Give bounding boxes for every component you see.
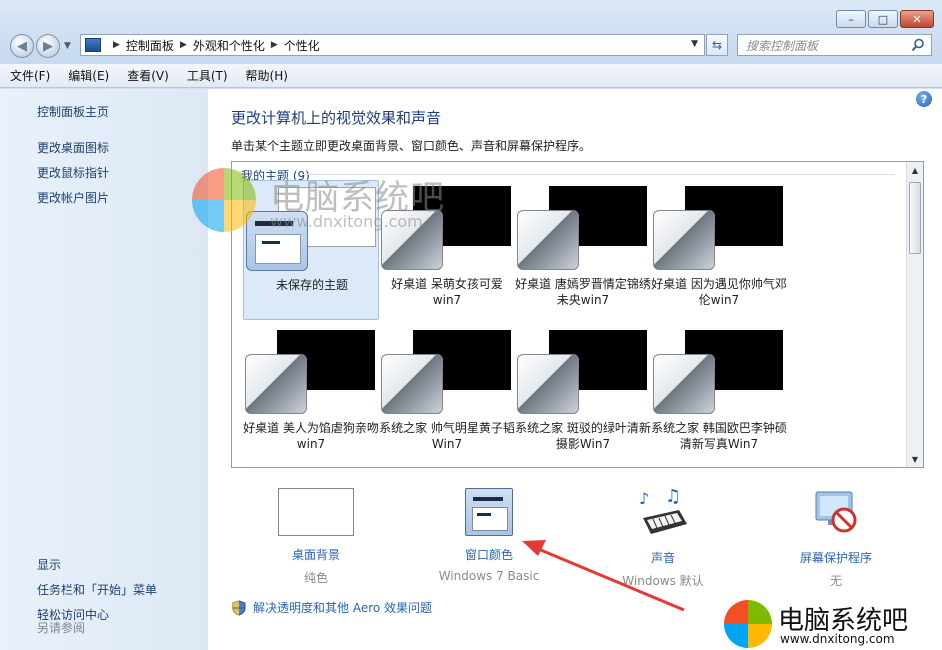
- breadcrumb-personalization[interactable]: 个性化: [284, 37, 320, 54]
- window-color-value: Windows 7 Basic: [438, 569, 540, 583]
- breadcrumb-arrow-icon[interactable]: ▶: [113, 40, 120, 50]
- svg-text:♫: ♫: [665, 488, 681, 507]
- screen-saver-value: 无: [829, 574, 842, 588]
- navigation-buttons: ◀ ▶ ▼: [10, 34, 71, 58]
- window-color-icon: [465, 488, 513, 536]
- menu-view[interactable]: 查看(V): [127, 67, 169, 84]
- link-ease-of-access[interactable]: 轻松访问中心: [37, 606, 109, 623]
- recent-pages-dropdown-icon[interactable]: ▼: [64, 41, 71, 51]
- menu-file[interactable]: 文件(F): [10, 67, 50, 84]
- screen-saver-icon: [815, 491, 857, 533]
- windows-logo-icon: [724, 600, 772, 648]
- window-color-link[interactable]: 窗口颜色: [414, 546, 564, 563]
- theme-item[interactable]: 系统之家 韩国欧巴李钟硕清新写真Win7: [651, 324, 787, 464]
- watermark-overlay: 电脑系统吧 www.dnxitong.com: [192, 168, 444, 235]
- theme-name: 系统之家 帅气明星黄子韬Win7: [379, 421, 515, 451]
- theme-item[interactable]: 好桌道 唐嫣罗晋情定锦绣未央win7: [515, 180, 651, 320]
- breadcrumb-control-panel[interactable]: 控制面板: [126, 37, 174, 54]
- window-controls: – □ ✕: [836, 10, 934, 28]
- scrollbar-thumb[interactable]: [909, 182, 921, 254]
- forward-arrow-icon: ▶: [43, 38, 53, 54]
- link-control-panel-home[interactable]: 控制面板主页: [37, 103, 109, 120]
- link-display[interactable]: 显示: [37, 556, 61, 573]
- scroll-up-icon[interactable]: ▲: [907, 162, 923, 178]
- theme-name: 好桌道 美人为馅虐狗亲吻win7: [243, 421, 379, 451]
- screen-saver-setting[interactable]: 屏幕保护程序 无: [761, 488, 911, 589]
- refresh-icon: ⇆: [711, 38, 723, 52]
- theme-list-scrollbar[interactable]: ▲ ▼: [906, 162, 923, 467]
- link-change-mouse-pointers[interactable]: 更改鼠标指针: [37, 164, 109, 181]
- theme-item[interactable]: 好桌道 因为遇见你帅气邓伦win7: [651, 180, 787, 320]
- back-arrow-icon: ◀: [17, 38, 27, 54]
- desktop-background-value: 纯色: [303, 571, 328, 585]
- page-title: 更改计算机上的视觉效果和声音: [231, 109, 442, 127]
- svg-text:♪: ♪: [639, 489, 649, 508]
- menu-tools[interactable]: 工具(T): [187, 67, 228, 84]
- sounds-value: Windows 默认: [622, 574, 704, 588]
- theme-item[interactable]: 系统之家 斑驳的绿叶清新摄影Win7: [515, 324, 651, 464]
- theme-name: 系统之家 斑驳的绿叶清新摄影Win7: [515, 421, 651, 451]
- theme-name: 好桌道 唐嫣罗晋情定锦绣未央win7: [515, 277, 651, 307]
- menu-edit[interactable]: 编辑(E): [68, 67, 109, 84]
- window-color-setting[interactable]: 窗口颜色 Windows 7 Basic: [414, 488, 564, 583]
- theme-glass-preview: [653, 354, 715, 414]
- close-button[interactable]: ✕: [900, 10, 934, 28]
- sounds-setting[interactable]: ♪ ♫ 声音 Windows 默认: [588, 486, 738, 589]
- theme-item[interactable]: 系统之家 帅气明星黄子韬Win7: [379, 324, 515, 464]
- page-description: 单击某个主题立即更改桌面背景、窗口颜色、声音和屏幕保护程序。: [231, 139, 592, 153]
- watermark-badge: 电脑系统吧 www.dnxitong.com: [720, 598, 942, 650]
- search-input[interactable]: 搜索控制面板: [737, 34, 932, 56]
- aero-troubleshoot-link[interactable]: 解决透明度和其他 Aero 效果问题: [231, 599, 432, 616]
- desktop-background-preview: [278, 488, 354, 536]
- control-panel-icon: [85, 38, 101, 52]
- sounds-icon: ♪ ♫: [639, 486, 687, 534]
- link-taskbar-start-menu[interactable]: 任务栏和「开始」菜单: [37, 581, 157, 598]
- back-button[interactable]: ◀: [10, 34, 34, 58]
- link-change-desktop-icons[interactable]: 更改桌面图标: [37, 139, 109, 156]
- theme-name: 好桌道 呆萌女孩可爱win7: [391, 277, 503, 307]
- theme-glass-preview: [245, 354, 307, 414]
- help-icon[interactable]: ?: [916, 91, 932, 107]
- breadcrumb-arrow-icon[interactable]: ▶: [271, 40, 278, 50]
- shield-icon: [232, 599, 246, 616]
- sounds-link[interactable]: 声音: [588, 549, 738, 566]
- windows-logo-icon: [192, 168, 256, 232]
- desktop-background-link[interactable]: 桌面背景: [241, 546, 391, 563]
- menu-help[interactable]: 帮助(H): [246, 67, 288, 84]
- theme-item[interactable]: 好桌道 美人为馅虐狗亲吻win7: [243, 324, 379, 464]
- left-task-pane: 控制面板主页 更改桌面图标 更改鼠标指针 更改帐户图片 另请参阅 显示 任务栏和…: [0, 89, 208, 650]
- theme-glass-preview: [517, 210, 579, 270]
- breadcrumb-appearance[interactable]: 外观和个性化: [193, 37, 265, 54]
- theme-glass-preview: [653, 210, 715, 270]
- watermark-url: www.dnxitong.com: [270, 212, 423, 231]
- link-change-account-picture[interactable]: 更改帐户图片: [37, 189, 109, 206]
- minimize-button[interactable]: –: [836, 10, 866, 28]
- address-bar[interactable]: ▶ 控制面板 ▶ 外观和个性化 ▶ 个性化 ▼: [80, 34, 705, 56]
- theme-glass-preview: [381, 354, 443, 414]
- theme-name: 系统之家 韩国欧巴李钟硕清新写真Win7: [651, 421, 787, 451]
- maximize-button[interactable]: □: [868, 10, 898, 28]
- refresh-button[interactable]: ⇆: [706, 34, 728, 56]
- menu-bar: 文件(F) 编辑(E) 查看(V) 工具(T) 帮助(H): [0, 64, 942, 88]
- title-bar: – □ ✕ ◀ ▶ ▼ ▶ 控制面板 ▶ 外观和个性化 ▶ 个性化 ▼ ⇆ 搜索…: [0, 0, 942, 64]
- search-icon[interactable]: [911, 38, 925, 52]
- desktop-background-setting[interactable]: 桌面背景 纯色: [241, 488, 391, 586]
- breadcrumb-arrow-icon[interactable]: ▶: [180, 40, 187, 50]
- watermark-url: www.dnxitong.com: [780, 632, 895, 646]
- search-placeholder: 搜索控制面板: [746, 38, 819, 53]
- theme-name: 好桌道 因为遇见你帅气邓伦win7: [651, 277, 787, 307]
- forward-button[interactable]: ▶: [36, 34, 60, 58]
- address-dropdown-icon[interactable]: ▼: [691, 39, 698, 49]
- scroll-down-icon[interactable]: ▼: [907, 451, 923, 467]
- theme-glass-preview: [517, 354, 579, 414]
- theme-name: 未保存的主题: [275, 278, 348, 292]
- screen-saver-link[interactable]: 屏幕保护程序: [761, 549, 911, 566]
- aero-troubleshoot-label: 解决透明度和其他 Aero 效果问题: [253, 601, 433, 615]
